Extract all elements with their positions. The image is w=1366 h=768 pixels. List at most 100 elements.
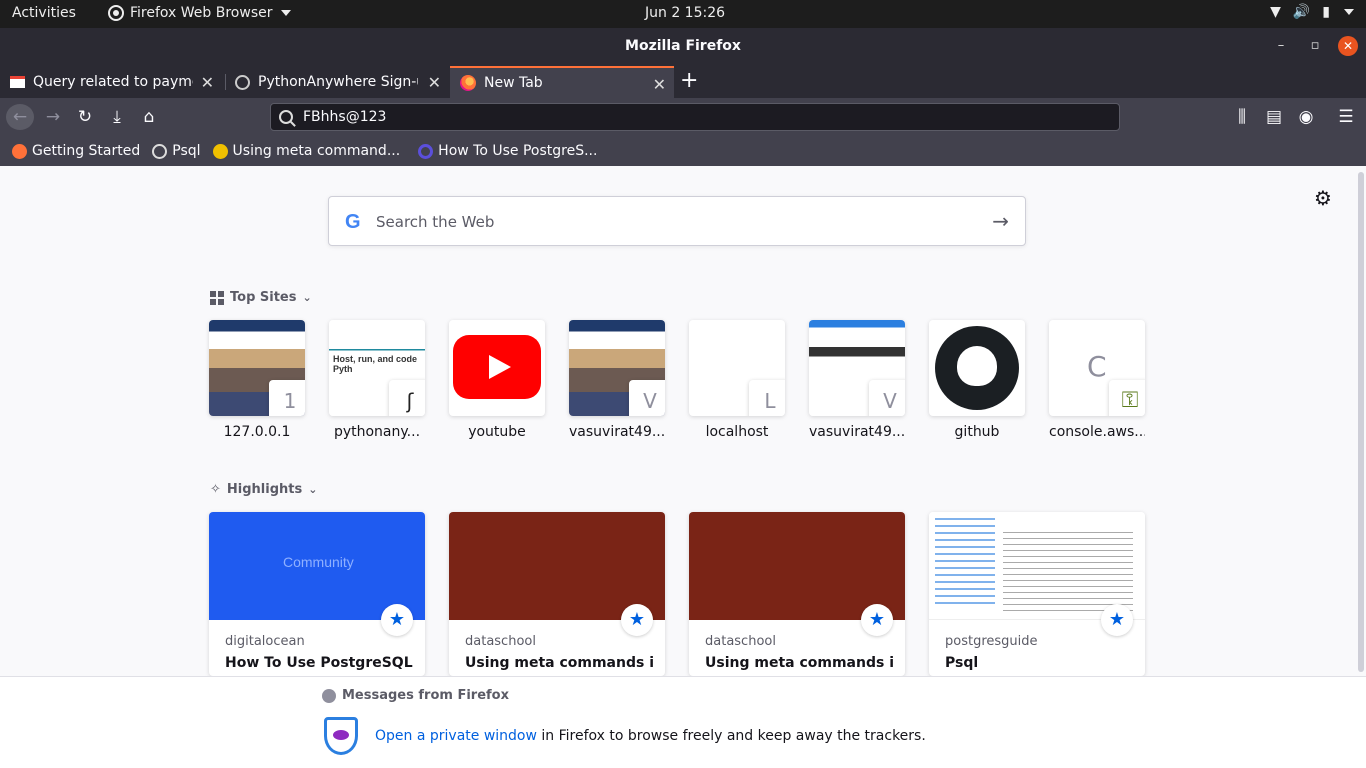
tab-label: New Tab — [484, 75, 543, 91]
globe-icon — [152, 143, 168, 159]
tab-pythonanywhere[interactable]: PythonAnywhere Sign-up ✕ — [225, 66, 449, 98]
battery-icon: ▮ — [1322, 4, 1330, 20]
volume-icon: 🔊 — [1292, 4, 1311, 20]
web-search-box[interactable]: G Search the Web → — [328, 196, 1026, 246]
close-tab-icon[interactable]: ✕ — [428, 73, 441, 92]
pythonanywhere-icon — [235, 74, 250, 90]
tab-strip: Query related to paymen ✕ PythonAnywhere… — [0, 64, 1366, 98]
new-tab-button[interactable]: + — [680, 68, 698, 93]
dataschool-icon — [212, 143, 228, 159]
sparkle-icon: ✧ — [210, 482, 221, 497]
back-button[interactable]: ← — [6, 104, 34, 130]
star-icon[interactable]: ★ — [621, 604, 653, 636]
close-window-button[interactable]: ✕ — [1338, 36, 1358, 56]
window-title-bar: Mozilla Firefox – ▫ ✕ — [0, 28, 1366, 64]
highlight-source: dataschool — [465, 634, 536, 649]
message-text: Open a private window in Firefox to brow… — [375, 728, 926, 744]
close-tab-icon[interactable]: ✕ — [653, 75, 666, 94]
window-title: Mozilla Firefox — [625, 38, 741, 54]
top-site-tile[interactable]: github — [929, 320, 1025, 440]
highlight-card[interactable]: ★ dataschool Using meta commands in ... — [449, 512, 665, 676]
library-button[interactable]: ⫼ — [1228, 104, 1256, 130]
pythonanywhere-icon: ʃ — [389, 380, 425, 416]
top-site-tile[interactable]: youtube — [449, 320, 545, 440]
address-bar[interactable]: FBhhs@123 — [270, 103, 1120, 131]
highlight-source: digitalocean — [225, 634, 305, 649]
bookmark-label: How To Use PostgreS... — [438, 143, 598, 159]
chevron-down-icon — [1344, 9, 1354, 15]
maximize-button[interactable]: ▫ — [1298, 28, 1332, 64]
site-thumbnail: Host, run, and code Pyth ʃ — [329, 320, 425, 416]
system-clock[interactable]: Jun 2 15:26 — [645, 5, 725, 21]
minimize-button[interactable]: – — [1264, 28, 1298, 64]
bookmark-label: Using meta command... — [232, 143, 401, 159]
close-tab-icon[interactable]: ✕ — [201, 73, 214, 92]
messages-heading-label: Messages from Firefox — [342, 688, 509, 703]
gear-icon[interactable]: ⚙ — [1314, 186, 1332, 210]
highlight-title: Using meta commands in ... — [705, 655, 895, 671]
downloads-button[interactable]: ⤓ — [103, 104, 131, 130]
top-site-tile[interactable]: Host, run, and code Pyth ʃ pythonany... — [329, 320, 425, 440]
top-site-tile[interactable]: C ⚿ console.aws... — [1049, 320, 1145, 440]
gmail-icon — [10, 76, 25, 88]
top-site-label: vasuvirat49... — [809, 424, 905, 440]
tab-new-tab[interactable]: New Tab ✕ — [450, 66, 674, 98]
digitalocean-icon — [418, 143, 434, 159]
highlights-label: Highlights — [226, 482, 303, 497]
tab-label: PythonAnywhere Sign-up — [258, 74, 418, 90]
highlight-title: Psql — [945, 655, 979, 671]
top-sites-label: Top Sites — [230, 290, 297, 305]
activities-button[interactable]: Activities — [12, 5, 76, 21]
chevron-down-icon — [280, 10, 291, 16]
highlight-card[interactable]: ★ dataschool Using meta commands in ... — [689, 512, 905, 676]
star-icon[interactable]: ★ — [1101, 604, 1133, 636]
chevron-down-icon: ⌄ — [308, 483, 318, 496]
bookmark-getting-started[interactable]: Getting Started — [12, 143, 140, 159]
firefox-icon — [460, 75, 476, 91]
hamburger-menu-button[interactable]: ☰ — [1332, 104, 1360, 130]
bookmark-meta-commands[interactable]: Using meta command... — [212, 143, 401, 159]
app-menu-label: Firefox Web Browser — [130, 5, 273, 21]
top-site-label: github — [954, 424, 1000, 440]
top-site-label: localhost — [705, 424, 769, 440]
top-site-label: youtube — [468, 424, 526, 440]
highlight-title: Using meta commands in ... — [465, 655, 655, 671]
reload-button[interactable]: ↻ — [71, 104, 99, 130]
search-icon — [279, 110, 293, 124]
firefox-app-icon — [108, 5, 124, 21]
open-private-window-link[interactable]: Open a private window — [375, 728, 537, 744]
firefox-message-icon — [322, 688, 336, 703]
site-letter: 1 — [269, 380, 305, 416]
private-browsing-icon — [324, 717, 358, 755]
tab-gmail[interactable]: Query related to paymen ✕ — [0, 66, 222, 98]
top-site-tile[interactable]: L localhost — [689, 320, 785, 440]
top-site-tile[interactable]: V vasuvirat49... — [569, 320, 665, 440]
bookmark-postgres-howto[interactable]: How To Use PostgreS... — [418, 143, 597, 159]
navigation-toolbar: ← → ↻ ⤓ ⌂ FBhhs@123 ⫼ ▤ ◉ ☰ — [0, 98, 1366, 136]
arrow-right-icon[interactable]: → — [992, 209, 1009, 233]
messages-heading: Messages from Firefox — [322, 688, 509, 703]
top-site-tile[interactable]: V vasuvirat49... — [809, 320, 905, 440]
thumbnail-text: Host, run, and code Pyth — [333, 354, 418, 374]
highlight-card[interactable]: ★ postgresguide Psql — [929, 512, 1145, 676]
star-icon[interactable]: ★ — [861, 604, 893, 636]
app-menu[interactable]: Firefox Web Browser — [108, 5, 291, 21]
scrollbar[interactable] — [1358, 172, 1364, 672]
address-bar-value: FBhhs@123 — [303, 109, 387, 125]
highlights-heading[interactable]: ✧ Highlights ⌄ — [210, 482, 317, 497]
home-button[interactable]: ⌂ — [135, 104, 163, 130]
message-body: in Firefox to browse freely and keep awa… — [536, 728, 926, 744]
highlight-card[interactable]: Community ★ digitalocean How To Use Post… — [209, 512, 425, 676]
system-tray[interactable]: ▼ 🔊 ▮ — [1270, 4, 1354, 20]
top-site-tile[interactable]: 1 127.0.0.1 — [209, 320, 305, 440]
sidebar-button[interactable]: ▤ — [1260, 104, 1288, 130]
top-site-label: vasuvirat49... — [569, 424, 665, 440]
highlight-source: postgresguide — [945, 634, 1038, 649]
bookmark-psql[interactable]: Psql — [152, 143, 201, 159]
top-site-label: 127.0.0.1 — [223, 424, 291, 440]
system-top-bar: Activities Firefox Web Browser Jun 2 15:… — [0, 0, 1366, 28]
star-icon[interactable]: ★ — [381, 604, 413, 636]
account-button[interactable]: ◉ — [1292, 104, 1320, 130]
forward-button[interactable]: → — [39, 104, 67, 130]
top-sites-heading[interactable]: Top Sites ⌄ — [210, 290, 312, 305]
